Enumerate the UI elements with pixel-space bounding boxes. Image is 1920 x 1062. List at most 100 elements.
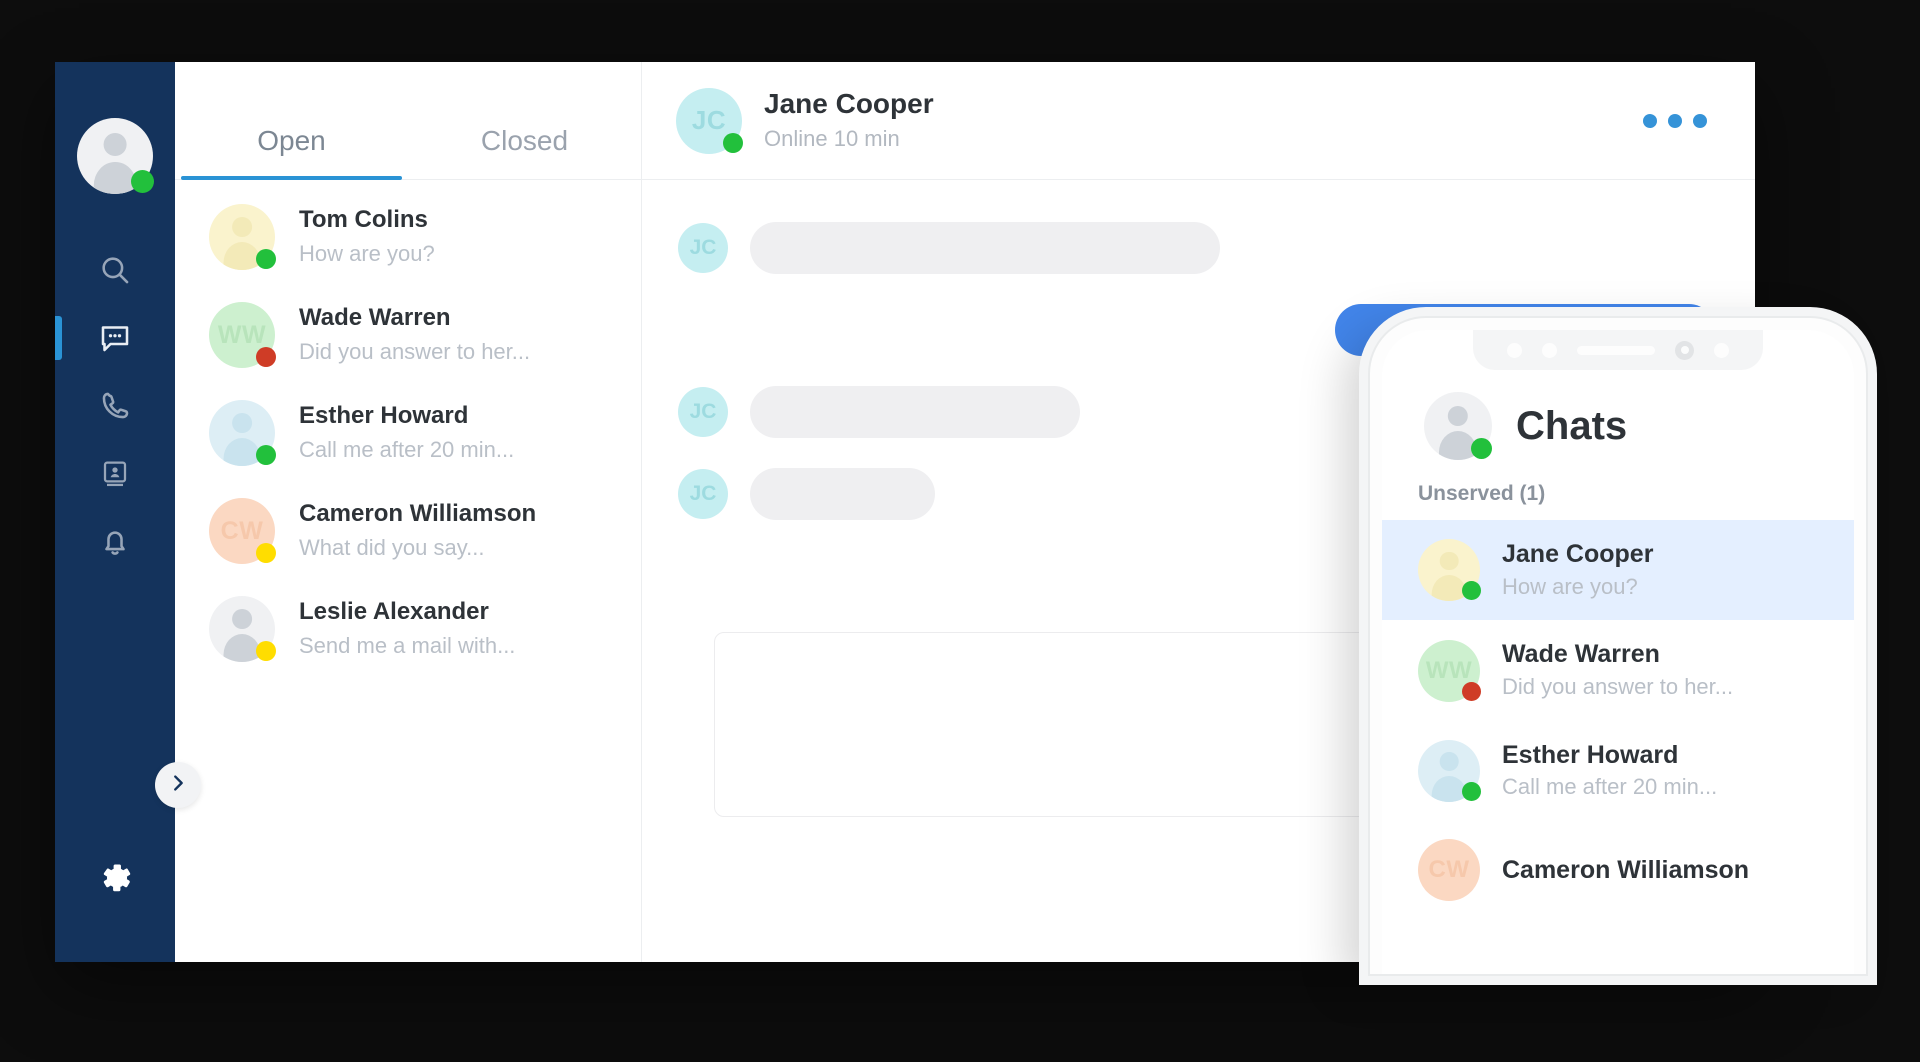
conversation-tabs: Open Closed bbox=[175, 62, 641, 180]
list-item[interactable]: WW Wade Warren Did you answer to her... bbox=[1382, 620, 1854, 720]
status-badge bbox=[1462, 781, 1481, 801]
phone-page-title: Chats bbox=[1516, 403, 1628, 448]
message-bubble[interactable] bbox=[750, 222, 1220, 274]
list-item[interactable]: CW Cameron Williamson bbox=[1382, 821, 1854, 919]
sensor-icon bbox=[1507, 342, 1522, 358]
sidebar-icon-list bbox=[55, 236, 175, 576]
avatar: CW bbox=[1418, 839, 1480, 902]
avatar bbox=[1418, 539, 1481, 602]
contacts-icon bbox=[99, 458, 131, 490]
sidebar-item-search[interactable] bbox=[55, 236, 175, 304]
phone-screen: Chats Unserved (1) Jane Cooper How are y… bbox=[1382, 330, 1854, 974]
list-item[interactable]: Esther Howard Call me after 20 min... bbox=[175, 384, 641, 482]
avatar-person-icon bbox=[232, 413, 252, 433]
status-badge bbox=[131, 170, 154, 193]
list-item[interactable]: Esther Howard Call me after 20 min... bbox=[1382, 721, 1854, 821]
avatar-initials: JC bbox=[678, 469, 728, 519]
page-title: Jane Cooper bbox=[764, 88, 934, 120]
message-bubble[interactable] bbox=[750, 468, 935, 520]
chevron-right-icon bbox=[167, 772, 189, 799]
sensor-icon bbox=[1714, 342, 1729, 358]
sensor-icon bbox=[1542, 342, 1557, 358]
phone-icon bbox=[98, 389, 132, 423]
message-bubble[interactable] bbox=[750, 386, 1080, 438]
sidebar-item-calls[interactable] bbox=[55, 372, 175, 440]
sidebar-item-contacts[interactable] bbox=[55, 440, 175, 508]
status-badge bbox=[256, 249, 276, 269]
list-item-meta: Jane Cooper How are you? bbox=[1502, 538, 1653, 602]
dot bbox=[1668, 113, 1682, 128]
status-badge bbox=[1462, 581, 1481, 601]
sidebar-item-notifications[interactable] bbox=[55, 508, 175, 576]
avatar-person-icon bbox=[1439, 752, 1459, 771]
avatar: JC bbox=[676, 87, 743, 154]
list-item-meta: Wade Warren Did you answer to her... bbox=[299, 302, 530, 367]
contact-name: Esther Howard bbox=[1502, 740, 1679, 769]
contact-name: Wade Warren bbox=[1502, 640, 1660, 669]
status-badge bbox=[256, 347, 276, 367]
camera-icon bbox=[1675, 340, 1694, 360]
avatar-person-icon bbox=[103, 133, 127, 156]
avatar-person-icon bbox=[232, 217, 252, 237]
contact-name: Leslie Alexander bbox=[299, 598, 489, 626]
contact-name: Cameron Williamson bbox=[299, 500, 537, 528]
online-status-text: Online 10 min bbox=[764, 125, 900, 151]
list-item[interactable]: Leslie Alexander Send me a mail with... bbox=[175, 580, 641, 678]
chat-icon bbox=[97, 320, 133, 356]
list-item[interactable]: CW Cameron Williamson What did you say..… bbox=[175, 482, 641, 580]
sidebar-expand-button[interactable] bbox=[155, 762, 201, 808]
avatar bbox=[209, 596, 276, 662]
bell-icon bbox=[98, 525, 132, 559]
list-item[interactable]: WW Wade Warren Did you answer to her... bbox=[175, 286, 641, 384]
screenshot-stage: Open Closed Tom Colins How are you? WW W… bbox=[0, 0, 1920, 1062]
sidebar-item-chats[interactable] bbox=[55, 304, 175, 372]
avatar bbox=[209, 400, 276, 466]
status-badge bbox=[256, 445, 276, 465]
sidebar-nav-rail bbox=[55, 62, 201, 962]
tab-closed[interactable]: Closed bbox=[408, 125, 641, 179]
avatar-person-body bbox=[223, 634, 261, 662]
avatar bbox=[209, 204, 276, 270]
gear-icon bbox=[94, 864, 136, 903]
avatar-person-icon bbox=[232, 609, 252, 629]
status-badge bbox=[723, 132, 743, 153]
avatar-person-icon bbox=[1439, 551, 1459, 571]
list-item-meta: Wade Warren Did you answer to her... bbox=[1502, 638, 1733, 702]
status-badge bbox=[1471, 438, 1492, 459]
status-badge bbox=[256, 543, 276, 563]
message-preview: Call me after 20 min... bbox=[1502, 774, 1718, 800]
message-preview: How are you? bbox=[299, 240, 435, 266]
avatar-person-body bbox=[223, 438, 261, 466]
contact-name: Jane Cooper bbox=[1502, 540, 1654, 568]
avatar-initials: CW bbox=[1428, 856, 1470, 884]
list-item-meta: Leslie Alexander Send me a mail with... bbox=[299, 596, 515, 661]
list-item-meta: Esther Howard Call me after 20 min... bbox=[1502, 739, 1717, 803]
status-badge bbox=[1462, 681, 1481, 701]
avatar-person-body bbox=[223, 242, 261, 270]
message-preview: Send me a mail with... bbox=[299, 632, 516, 658]
avatar[interactable] bbox=[1424, 392, 1492, 460]
status-badge bbox=[256, 641, 276, 661]
sidebar-user-avatar[interactable] bbox=[77, 118, 154, 194]
message-preview: Did you answer to her... bbox=[1502, 673, 1734, 699]
list-item-meta: Cameron Williamson bbox=[1502, 854, 1749, 887]
message-row-incoming: JC bbox=[678, 222, 1755, 274]
avatar: WW bbox=[209, 302, 276, 368]
conversation-list: Tom Colins How are you? WW Wade Warren D… bbox=[175, 180, 641, 678]
message-preview: Call me after 20 min... bbox=[299, 436, 515, 462]
sidebar-item-settings[interactable] bbox=[94, 857, 136, 904]
more-horizontal-icon[interactable] bbox=[1633, 104, 1717, 138]
tab-open[interactable]: Open bbox=[175, 125, 408, 180]
contact-name: Tom Colins bbox=[299, 206, 428, 234]
avatar-circle: CW bbox=[1418, 839, 1480, 902]
avatar-person-body bbox=[93, 162, 137, 194]
list-item[interactable]: Jane Cooper How are you? bbox=[1382, 520, 1854, 621]
phone-notch bbox=[1473, 330, 1763, 370]
avatar: WW bbox=[1418, 639, 1481, 702]
phone-mockup: Chats Unserved (1) Jane Cooper How are y… bbox=[1368, 316, 1868, 976]
conversation-header-meta: Jane Cooper Online 10 min bbox=[764, 86, 934, 154]
conversation-list-panel: Open Closed Tom Colins How are you? WW W… bbox=[175, 62, 642, 962]
search-icon bbox=[98, 253, 132, 287]
list-item[interactable]: Tom Colins How are you? bbox=[175, 188, 641, 286]
contact-name: Esther Howard bbox=[299, 402, 469, 430]
